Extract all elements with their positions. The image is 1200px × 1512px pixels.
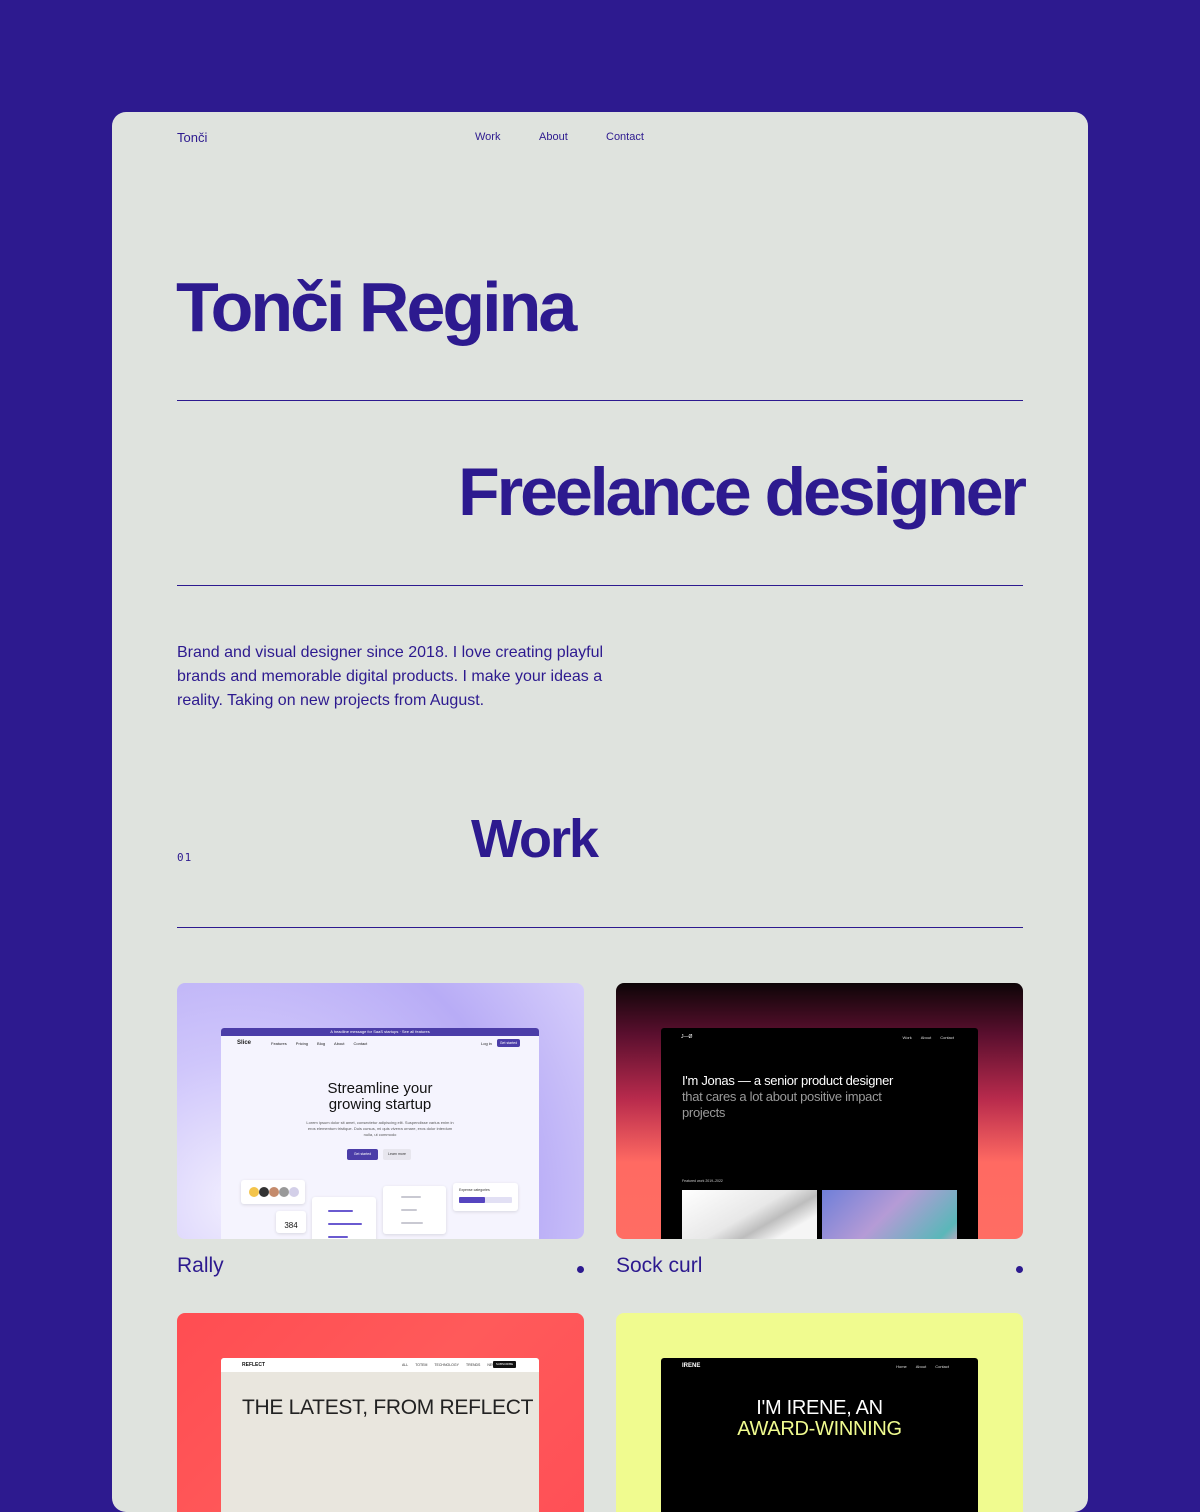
- rally-preview-link: Pricing: [295, 1041, 309, 1046]
- reflect-preview-link: TOTEM: [415, 1363, 428, 1367]
- reflect-preview-nav: REFLECT ALL TOTEM TECHNOLOGY TRENDS NEWS…: [221, 1358, 539, 1372]
- rally-preview-subtext: Lorem ipsum dolor sit amet, consectetur …: [306, 1120, 454, 1137]
- site-logo[interactable]: Tonči: [177, 130, 207, 145]
- sock-preview-window: J—Ø Work About Contact I'm Jonas — a sen…: [661, 1028, 978, 1239]
- avatar: [249, 1187, 259, 1197]
- rally-preview-login: Log in: [481, 1041, 492, 1046]
- irene-preview-logo: IRENE: [682, 1363, 701, 1369]
- bio-text: Brand and visual designer since 2018. I …: [177, 644, 604, 709]
- hero-role: Freelance designer: [458, 454, 1027, 530]
- divider: [177, 927, 1023, 928]
- sock-preview-logo: J—Ø: [681, 1034, 693, 1040]
- sock-preview-link: Contact: [940, 1035, 954, 1040]
- progress-line: [328, 1210, 353, 1212]
- avatar: [289, 1187, 299, 1197]
- irene-preview-link: Home: [896, 1364, 907, 1369]
- divider: [177, 585, 1023, 586]
- hero-name: Tonči Regina: [176, 268, 577, 346]
- rally-preview-count: 384: [276, 1211, 306, 1233]
- sock-preview-image: [682, 1190, 817, 1239]
- irene-preview-link: About: [915, 1364, 927, 1369]
- project-thumbnail-sock-curl[interactable]: J—Ø Work About Contact I'm Jonas — a sen…: [616, 983, 1023, 1239]
- nav-link-about[interactable]: About: [539, 131, 568, 143]
- reflect-preview-headline: THE LATEST, FROM REFLECT: [242, 1396, 534, 1419]
- rally-preview-link: About: [334, 1041, 345, 1046]
- reflect-preview-link: TRENDS: [465, 1363, 481, 1367]
- rally-preview-secondary-button: Learn more: [383, 1149, 411, 1160]
- reflect-preview-logo: REFLECT: [242, 1362, 266, 1368]
- reflect-preview-subscribe: SUBSCRIBE: [493, 1361, 516, 1368]
- divider: [177, 400, 1023, 401]
- rally-preview-logo: Slice: [237, 1040, 252, 1046]
- progress-bar: [459, 1197, 512, 1203]
- rally-preview-link: Blog: [317, 1041, 326, 1046]
- bullet-dot-icon: [1016, 1266, 1023, 1273]
- irene-preview-headline: I'M IRENE, AN AWARD-WINNING: [737, 1397, 902, 1440]
- rally-preview-primary-button: Get started: [347, 1149, 378, 1160]
- section-number: 01: [177, 851, 193, 864]
- rally-preview-banner: A headline message for SaaS startups · S…: [221, 1028, 539, 1036]
- rally-preview-card-title: Expense categories: [459, 1188, 490, 1192]
- project-row-rally[interactable]: Rally: [177, 1254, 584, 1284]
- rally-preview-list-card: [312, 1197, 376, 1239]
- project-title[interactable]: Sock curl: [616, 1254, 702, 1278]
- progress-line: [328, 1223, 362, 1225]
- reflect-preview-window: REFLECT ALL TOTEM TECHNOLOGY TRENDS NEWS…: [221, 1358, 539, 1512]
- page-card: Tonči Work About Contact Tonči Regina Fr…: [112, 112, 1088, 1512]
- rally-preview-link: Features: [271, 1041, 287, 1046]
- rally-preview-bar-card: Expense categories: [453, 1183, 518, 1211]
- sock-preview-headline: I'm Jonas — a senior product designer th…: [682, 1073, 894, 1120]
- sock-preview-image: [822, 1190, 957, 1239]
- sock-preview-featured-label: Featured work 2019–2022: [682, 1179, 723, 1183]
- placeholder-line: [401, 1222, 423, 1224]
- rally-preview-cta: Get started: [497, 1039, 520, 1047]
- progress-line: [328, 1236, 348, 1238]
- rally-preview-people-card: [383, 1186, 446, 1234]
- rally-preview-link: Contact: [353, 1041, 368, 1046]
- bullet-dot-icon: [577, 1266, 584, 1273]
- project-thumbnail-reflect[interactable]: REFLECT ALL TOTEM TECHNOLOGY TRENDS NEWS…: [177, 1313, 584, 1512]
- nav-link-work[interactable]: Work: [475, 131, 500, 143]
- rally-preview-nav: Slice Features Pricing Blog About Contac…: [221, 1036, 539, 1050]
- project-row-sock-curl[interactable]: Sock curl: [616, 1254, 1023, 1284]
- project-title[interactable]: Rally: [177, 1254, 224, 1278]
- placeholder-line: [401, 1196, 421, 1198]
- placeholder-line: [401, 1209, 417, 1211]
- project-thumbnail-rally[interactable]: A headline message for SaaS startups · S…: [177, 983, 584, 1239]
- section-title-work: Work: [471, 809, 599, 869]
- sock-preview-link: Work: [902, 1035, 912, 1040]
- reflect-preview-link: TECHNOLOGY: [434, 1363, 459, 1367]
- rally-preview-headline: Streamline your growing startup: [327, 1080, 433, 1113]
- rally-preview-avatars-card: [241, 1180, 305, 1204]
- project-thumbnail-irene[interactable]: IRENE Home About Contact I'M IRENE, AN A…: [616, 1313, 1023, 1512]
- avatar: [269, 1187, 279, 1197]
- avatar: [259, 1187, 269, 1197]
- sock-preview-link: About: [920, 1035, 932, 1040]
- progress-bar-fill: [459, 1197, 485, 1203]
- irene-preview-link: Contact: [935, 1364, 949, 1369]
- rally-preview-window: A headline message for SaaS startups · S…: [221, 1028, 539, 1239]
- nav-link-contact[interactable]: Contact: [606, 131, 644, 143]
- reflect-preview-link: ALL: [402, 1363, 409, 1367]
- avatar: [279, 1187, 289, 1197]
- irene-preview-window: IRENE Home About Contact I'M IRENE, AN A…: [661, 1358, 978, 1512]
